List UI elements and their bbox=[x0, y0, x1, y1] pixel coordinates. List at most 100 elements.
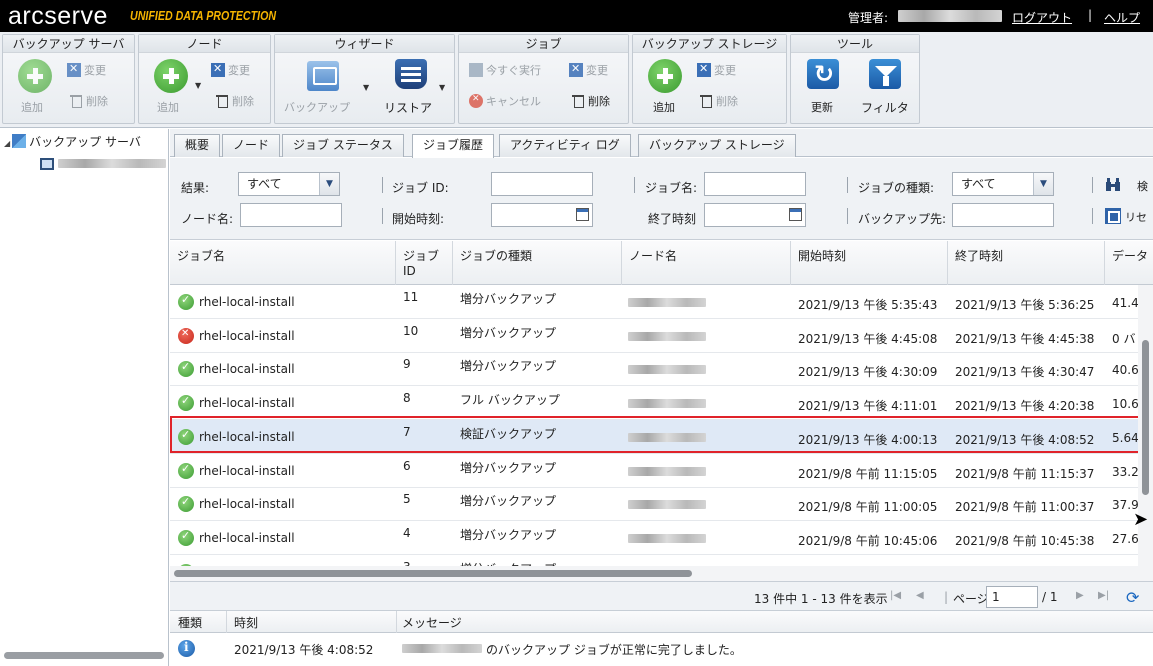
first-page-icon[interactable]: |◀ bbox=[890, 590, 901, 601]
cell-job-name: rhel-local-install bbox=[178, 529, 392, 546]
run-now-button[interactable]: 今すぐ実行 bbox=[469, 62, 541, 78]
brand-logo: arcserve bbox=[8, 2, 108, 30]
storage-delete-button[interactable]: 削除 bbox=[699, 93, 738, 109]
node-name-redacted bbox=[628, 365, 706, 375]
search-label[interactable]: 検 bbox=[1137, 178, 1148, 194]
cell-job-id: 4 bbox=[403, 525, 411, 540]
page-total: / 1 bbox=[1042, 590, 1058, 604]
reset-label[interactable]: リセ bbox=[1125, 209, 1147, 225]
scrollbar-thumb[interactable] bbox=[174, 570, 692, 577]
edit-label: 変更 bbox=[586, 64, 608, 77]
table-row[interactable]: rhel-local-install 6 増分バックアップ 2021/9/8 午前 1… bbox=[170, 454, 1138, 488]
job-cancel-button[interactable]: キャンセル bbox=[469, 93, 541, 109]
edit-label: 変更 bbox=[84, 64, 106, 77]
chevron-down-icon[interactable]: ▼ bbox=[1033, 173, 1053, 195]
refresh-icon[interactable]: ⟳ bbox=[1126, 588, 1139, 607]
calendar-icon[interactable] bbox=[789, 208, 802, 221]
table-row[interactable]: rhel-local-install3増分バックアップ2021/9/8 午前 1… bbox=[170, 555, 1138, 566]
table-row[interactable]: rhel-local-install 4 増分バックアップ 2021/9/8 午前 1… bbox=[170, 521, 1138, 555]
table-row[interactable]: rhel-local-install 5 増分バックアップ 2021/9/8 午前 1… bbox=[170, 487, 1138, 522]
reset-icon[interactable] bbox=[1105, 208, 1121, 224]
cell-data: 40.6 bbox=[1112, 363, 1138, 378]
job-edit-button[interactable]: 変更 bbox=[569, 62, 608, 78]
cell-end-time: 2021/9/8 午前 11:00:37 bbox=[955, 500, 1095, 515]
column-header-node-name[interactable]: ノード名 bbox=[622, 241, 791, 285]
add-label: 追加 bbox=[21, 101, 43, 114]
job-name-input[interactable] bbox=[704, 172, 806, 196]
job-id-input[interactable] bbox=[491, 172, 593, 196]
tab-job-status[interactable]: ジョブ ステータス bbox=[282, 134, 404, 157]
chevron-down-icon[interactable]: ▼ bbox=[319, 173, 339, 195]
backup-server-edit-button[interactable]: 変更 bbox=[67, 62, 106, 78]
header-separator: | bbox=[1088, 8, 1093, 22]
tab-backup-storage[interactable]: バックアップ ストレージ bbox=[638, 134, 796, 157]
column-header-job-type[interactable]: ジョブの種類 bbox=[453, 241, 622, 285]
table-row[interactable]: rhel-local-install 11 増分バックアップ 2021/9/13 午後… bbox=[170, 285, 1138, 319]
tab-nodes[interactable]: ノード bbox=[222, 134, 281, 157]
node-name-redacted bbox=[628, 331, 706, 341]
delete-label: 削除 bbox=[232, 95, 254, 108]
filter-label: フィルタ bbox=[861, 101, 909, 115]
record-summary: 13 件中 1 - 13 件を表示 bbox=[754, 592, 888, 606]
table-row[interactable]: rhel-local-install 8 フル バックアップ 2021/9/13 午後… bbox=[170, 386, 1138, 421]
tab-job-history[interactable]: ジョブ履歴 bbox=[412, 134, 495, 158]
node-edit-button[interactable]: 変更 bbox=[211, 62, 250, 78]
tab-overview[interactable]: 概要 bbox=[174, 134, 221, 157]
table-row[interactable]: rhel-local-install 9 増分バックアップ 2021/9/13 午後 … bbox=[170, 352, 1138, 387]
storage-edit-button[interactable]: 変更 bbox=[697, 62, 736, 78]
table-row[interactable]: rhel-local-install 10 増分バックアップ 2021/9/13 午後… bbox=[170, 319, 1138, 353]
job-type-select[interactable]: すべて ▼ bbox=[952, 172, 1054, 196]
result-select[interactable]: すべて ▼ bbox=[238, 172, 340, 196]
page-number-input[interactable]: 1 bbox=[986, 586, 1038, 608]
node-name-redacted bbox=[628, 432, 706, 442]
next-page-icon[interactable]: ▶ bbox=[1076, 590, 1084, 601]
table-row[interactable]: rhel-local-install 7 検証バックアップ 2021/9/13 午後 … bbox=[170, 419, 1138, 454]
last-page-icon[interactable]: ▶| bbox=[1098, 590, 1109, 601]
divider bbox=[396, 611, 397, 633]
tab-activity-log[interactable]: アクティビティ ログ bbox=[499, 134, 631, 157]
node-add-button[interactable]: ▼ 追加 bbox=[151, 59, 203, 117]
backup-wizard-button[interactable]: ▼ バックアップ bbox=[283, 59, 379, 117]
column-header-job-id[interactable]: ジョブ ID bbox=[396, 241, 453, 285]
help-link[interactable]: ヘルプ bbox=[1104, 9, 1140, 26]
calendar-icon[interactable] bbox=[576, 208, 589, 221]
filter-button[interactable]: フィルタ bbox=[859, 59, 913, 117]
job-name-text: rhel-local-install bbox=[199, 463, 295, 478]
job-delete-button[interactable]: 削除 bbox=[571, 93, 610, 109]
job-history-grid: ジョブ名 ジョブ ID ジョブの種類 ノード名 開始時刻 終了時刻 データ rh… bbox=[170, 241, 1153, 581]
plus-icon bbox=[154, 59, 188, 93]
scrollbar-thumb[interactable] bbox=[1142, 340, 1149, 495]
mouse-cursor-icon: ➤ bbox=[1133, 509, 1149, 530]
server-tree-panel: ◢ バックアップ サーバ bbox=[0, 129, 169, 666]
tree-item-server-node[interactable] bbox=[40, 157, 166, 171]
top-header-bar: arcserve UNIFIED DATA PROTECTION 管理者: ログ… bbox=[0, 0, 1153, 32]
node-name-input[interactable] bbox=[240, 203, 342, 227]
cell-end-time: 2021/9/13 午後 4:08:52 bbox=[955, 432, 1095, 447]
tree-item-backup-server[interactable]: ◢ バックアップ サーバ bbox=[4, 133, 141, 150]
start-time-input[interactable] bbox=[491, 203, 593, 227]
end-time-input[interactable] bbox=[704, 203, 806, 227]
destination-input[interactable] bbox=[952, 203, 1054, 227]
prev-page-icon[interactable]: ◀ bbox=[916, 590, 924, 601]
backup-server-add-button[interactable]: 追加 bbox=[15, 59, 55, 117]
column-header-job-name[interactable]: ジョブ名 bbox=[170, 241, 396, 285]
node-delete-button[interactable]: 削除 bbox=[215, 93, 254, 109]
computer-icon bbox=[40, 158, 54, 170]
backup-server-delete-button[interactable]: 削除 bbox=[69, 93, 108, 109]
logout-link[interactable]: ログアウト bbox=[1012, 9, 1072, 26]
page-label: ページ bbox=[953, 592, 989, 606]
restore-wizard-button[interactable]: ▼ リストア bbox=[383, 59, 453, 117]
grid-horizontal-scrollbar[interactable] bbox=[170, 566, 1153, 581]
storage-add-button[interactable]: 追加 bbox=[645, 59, 685, 117]
column-header-end-time[interactable]: 終了時刻 bbox=[948, 241, 1105, 285]
column-header-data[interactable]: データ bbox=[1105, 241, 1153, 285]
refresh-button[interactable]: 更新 bbox=[803, 59, 847, 117]
tree-collapse-icon[interactable]: ◢ bbox=[4, 139, 10, 148]
log-row[interactable]: 2021/9/13 午後 4:08:52 のバックアップ ジョブが正常に完了しま… bbox=[170, 634, 1153, 662]
column-header-start-time[interactable]: 開始時刻 bbox=[791, 241, 948, 285]
tree-horizontal-scrollbar[interactable] bbox=[4, 652, 164, 659]
group-job: ジョブ 今すぐ実行 変更 キャンセル 削除 bbox=[458, 34, 629, 124]
search-button[interactable] bbox=[1105, 177, 1121, 193]
job-name-text: rhel-local-install bbox=[199, 497, 295, 512]
cell-data: 0 バ bbox=[1112, 331, 1136, 346]
